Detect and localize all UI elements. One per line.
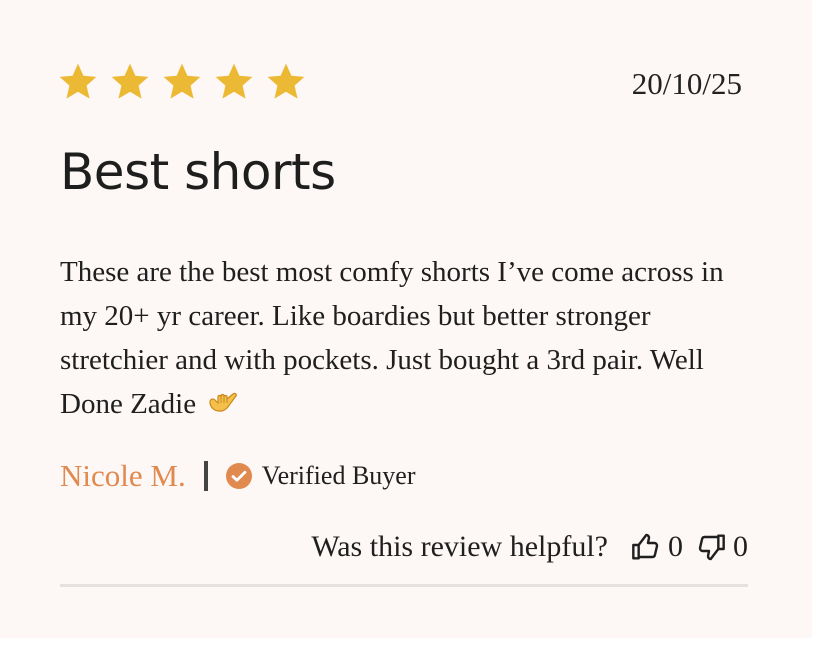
- check-circle-icon: [225, 463, 252, 489]
- star-icon: [215, 63, 253, 99]
- downvote-count: 0: [733, 530, 748, 563]
- star-icon: [59, 63, 97, 99]
- review-date: 20/10/25: [631, 66, 742, 101]
- verified-buyer-label: Verified Buyer: [261, 461, 416, 490]
- reviewer-info: Nicole M. Verified Buyer: [60, 454, 415, 498]
- review-body-text: These are the best most comfy shorts I’v…: [60, 256, 724, 420]
- thumbs-down-icon: [698, 534, 725, 561]
- review-divider: [60, 584, 748, 587]
- star-icon: [267, 63, 305, 99]
- review-body: These are the best most comfy shorts I’v…: [60, 250, 760, 426]
- review-title: Best shorts: [60, 143, 336, 201]
- star-icon: [111, 63, 149, 99]
- call-me-hand-emoji-icon: [209, 392, 238, 412]
- reviewer-name: Nicole M.: [60, 458, 186, 493]
- divider-bar: [203, 461, 208, 491]
- star-rating: [57, 61, 307, 103]
- review-card: 20/10/25 Best shorts These are the best …: [0, 0, 812, 638]
- upvote-button[interactable]: 0: [630, 530, 683, 564]
- downvote-button[interactable]: 0: [695, 530, 748, 564]
- helpful-question: Was this review helpful?: [311, 530, 608, 563]
- helpful-votes: Was this review helpful? 0 0: [311, 524, 748, 570]
- thumbs-up-icon: [632, 533, 659, 560]
- upvote-count: 0: [668, 530, 683, 563]
- star-icon: [163, 63, 201, 99]
